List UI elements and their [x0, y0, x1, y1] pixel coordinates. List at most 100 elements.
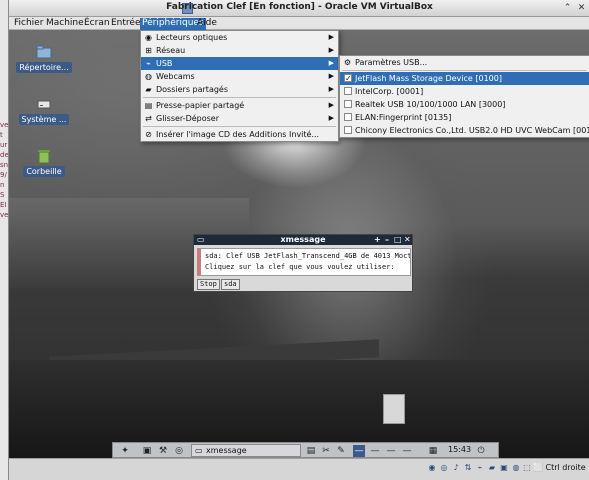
- menu-item-label: Insérer l'image CD des Additions Invité.…: [156, 130, 320, 139]
- checkbox-icon[interactable]: [344, 100, 352, 108]
- window-title: Fabrication Clef [En fonction] - Oracle …: [166, 2, 433, 12]
- host-key-text: Ctrl droite: [545, 463, 586, 472]
- drive-icon: [37, 100, 51, 109]
- usb-settings-icon: ⚙: [343, 58, 352, 67]
- usb-device-label: IntelCorp. [0001]: [355, 87, 424, 96]
- audio-icon[interactable]: ♪: [451, 463, 461, 473]
- xmessage-titlebar[interactable]: ▭ xmessage + – □ ✕: [194, 235, 412, 245]
- menu-entree[interactable]: Entrée: [109, 18, 143, 30]
- menu-ecran[interactable]: Écran: [82, 18, 112, 30]
- taskbar-clock: 15:43: [448, 445, 472, 454]
- edit-icon[interactable]: ✎: [335, 445, 347, 457]
- task-xmessage[interactable]: ▭ xmessage: [191, 444, 301, 457]
- tools-icon[interactable]: ⚒: [157, 445, 169, 457]
- shared-folder-icon: ▰: [145, 85, 152, 94]
- chevron-right-icon: ▶: [328, 46, 334, 54]
- terminal-icon[interactable]: ▣: [141, 445, 153, 457]
- menu-item-reseau[interactable]: ⊞ Réseau ▶: [141, 44, 338, 57]
- usb-device-jetflash[interactable]: ✓ JetFlash Mass Storage Device [0100]: [340, 72, 589, 85]
- desktop-icon-label: Répertoire...: [16, 62, 72, 73]
- maximize-button[interactable]: ⌃: [562, 3, 573, 14]
- menubar: Fichier Machine Écran Entrée Périphériqu…: [9, 17, 589, 30]
- xmessage-text: sda: Clef USB JetFlash_Transcend_4GB de …: [197, 248, 411, 276]
- menu-aide[interactable]: Aide: [195, 18, 219, 30]
- mouse-integration-icon[interactable]: ⬚: [522, 463, 532, 473]
- power-icon[interactable]: ⏻: [475, 445, 487, 457]
- menu-item-parametres-usb[interactable]: ⚙ Paramètres USB...: [340, 56, 589, 69]
- desktop-icon-corbeille[interactable]: Corbeille: [14, 148, 74, 177]
- close-icon[interactable]: ✕: [404, 235, 411, 245]
- menu-item-label: Réseau: [156, 46, 186, 55]
- chevron-right-icon: ▶: [328, 72, 334, 80]
- virtualbox-window: Fabrication Clef [En fonction] - Oracle …: [8, 0, 589, 480]
- webcam-icon: ◍: [145, 72, 152, 81]
- usb-device-chicony[interactable]: Chicony Electronics Co.,Ltd. USB2.0 HD U…: [340, 124, 589, 137]
- desktop-icon-systeme[interactable]: Système ...: [14, 96, 74, 125]
- workspace-3-icon[interactable]: —: [385, 445, 397, 457]
- menu-machine[interactable]: Machine: [44, 18, 86, 30]
- menu-item-label: Paramètres USB...: [355, 58, 428, 67]
- usb-device-elan[interactable]: ELAN:Fingerprint [0135]: [340, 111, 589, 124]
- workspace-1-icon[interactable]: —: [353, 445, 365, 457]
- menu-fichier[interactable]: Fichier: [12, 18, 45, 30]
- maximize-icon[interactable]: □: [394, 235, 402, 245]
- menu-separator: [143, 97, 336, 98]
- xmessage-dialog: ▭ xmessage + – □ ✕ sda: Clef USB JetFlas…: [193, 234, 413, 292]
- wall-sign: [383, 394, 405, 424]
- usb-submenu: ⚙ Paramètres USB... ✓ JetFlash Mass Stor…: [339, 55, 589, 138]
- chevron-right-icon: ▶: [328, 33, 334, 41]
- checkbox-icon[interactable]: [344, 126, 352, 134]
- checkbox-icon[interactable]: [344, 87, 352, 95]
- chevron-right-icon: ▶: [328, 101, 334, 109]
- menu-item-lecteurs-optiques[interactable]: ◉ Lecteurs optiques ▶: [141, 31, 338, 44]
- minimize-icon[interactable]: –: [385, 235, 389, 245]
- host-desktop-strip: ve t ur de sn 9/ n S EI ve: [0, 0, 8, 480]
- clipboard-icon: ▤: [144, 101, 153, 110]
- files-icon[interactable]: ▤: [305, 445, 317, 457]
- menu-item-usb[interactable]: ⌁ USB ▶: [141, 57, 338, 70]
- hard-disk-icon[interactable]: ◉: [427, 463, 437, 473]
- menu-item-dossiers-partages[interactable]: ▰ Dossiers partagés ▶: [141, 83, 338, 96]
- checkbox-checked-icon[interactable]: ✓: [344, 74, 352, 83]
- workspace-4-icon[interactable]: —: [401, 445, 413, 457]
- close-button[interactable]: ✕: [576, 3, 587, 14]
- desktop-icon-label: Système ...: [18, 114, 70, 125]
- shared-folder-icon[interactable]: ▰: [487, 463, 497, 473]
- usb-device-label: JetFlash Mass Storage Device [0100]: [355, 74, 502, 83]
- usb-icon: ⌁: [146, 59, 151, 68]
- network-tray-icon[interactable]: ▦: [427, 445, 439, 457]
- sda-button[interactable]: sda: [221, 279, 240, 290]
- cut-icon[interactable]: ✂: [320, 445, 332, 457]
- menu-item-label: Webcams: [156, 72, 195, 81]
- vm-statusbar: ◉ ◎ ♪ ⇅ ⌁ ▰ ▣ ◍ ⬚ ⬜ Ctrl droite: [9, 458, 589, 480]
- network-icon[interactable]: ⇅: [463, 463, 473, 473]
- start-menu-icon[interactable]: ✦: [119, 445, 131, 457]
- chevron-right-icon: ▶: [328, 85, 334, 93]
- menu-item-presse-papier[interactable]: ▤ Presse-papier partagé ▶: [141, 99, 338, 112]
- checkbox-icon[interactable]: [344, 113, 352, 121]
- usb-device-realtek[interactable]: Realtek USB 10/100/1000 LAN [3000]: [340, 98, 589, 111]
- menu-item-glisser-deposer[interactable]: ⇄ Glisser-Déposer ▶: [141, 112, 338, 125]
- guest-taskbar: ✦ ▣ ⚒ ◎ ▭ xmessage ▤ ✂ ✎ — — — — ▦ 15:43…: [112, 442, 499, 458]
- usb-device-intelcorp[interactable]: IntelCorp. [0001]: [340, 85, 589, 98]
- usb-device-label: Realtek USB 10/100/1000 LAN [3000]: [355, 100, 506, 109]
- stop-button[interactable]: Stop: [197, 279, 220, 290]
- display-icon[interactable]: ▣: [499, 463, 509, 473]
- menu-item-webcams[interactable]: ◍ Webcams ▶: [141, 70, 338, 83]
- window-menu-icon[interactable]: ▭: [197, 235, 205, 245]
- usb-device-label: Chicony Electronics Co.,Ltd. USB2.0 HD U…: [355, 126, 589, 135]
- host-key-label[interactable]: ⬜ Ctrl droite: [533, 462, 586, 474]
- menu-item-label: Presse-papier partagé: [156, 101, 245, 110]
- video-capture-icon[interactable]: ◍: [511, 463, 521, 473]
- menu-item-inserer-cd[interactable]: ⊘ Insérer l'image CD des Additions Invit…: [141, 128, 338, 141]
- workspace-2-icon[interactable]: —: [369, 445, 381, 457]
- optical-drive-icon[interactable]: ◎: [439, 463, 449, 473]
- chevron-right-icon: ▶: [328, 59, 334, 67]
- pin-icon[interactable]: +: [374, 235, 381, 245]
- menu-item-label: Glisser-Déposer: [156, 114, 219, 123]
- chevron-right-icon: ▶: [328, 114, 334, 122]
- window-titlebar[interactable]: Fabrication Clef [En fonction] - Oracle …: [9, 0, 589, 17]
- usb-icon[interactable]: ⌁: [475, 463, 485, 473]
- desktop-icon-repertoire[interactable]: Répertoire...: [14, 44, 74, 73]
- browser-icon[interactable]: ◎: [173, 445, 185, 457]
